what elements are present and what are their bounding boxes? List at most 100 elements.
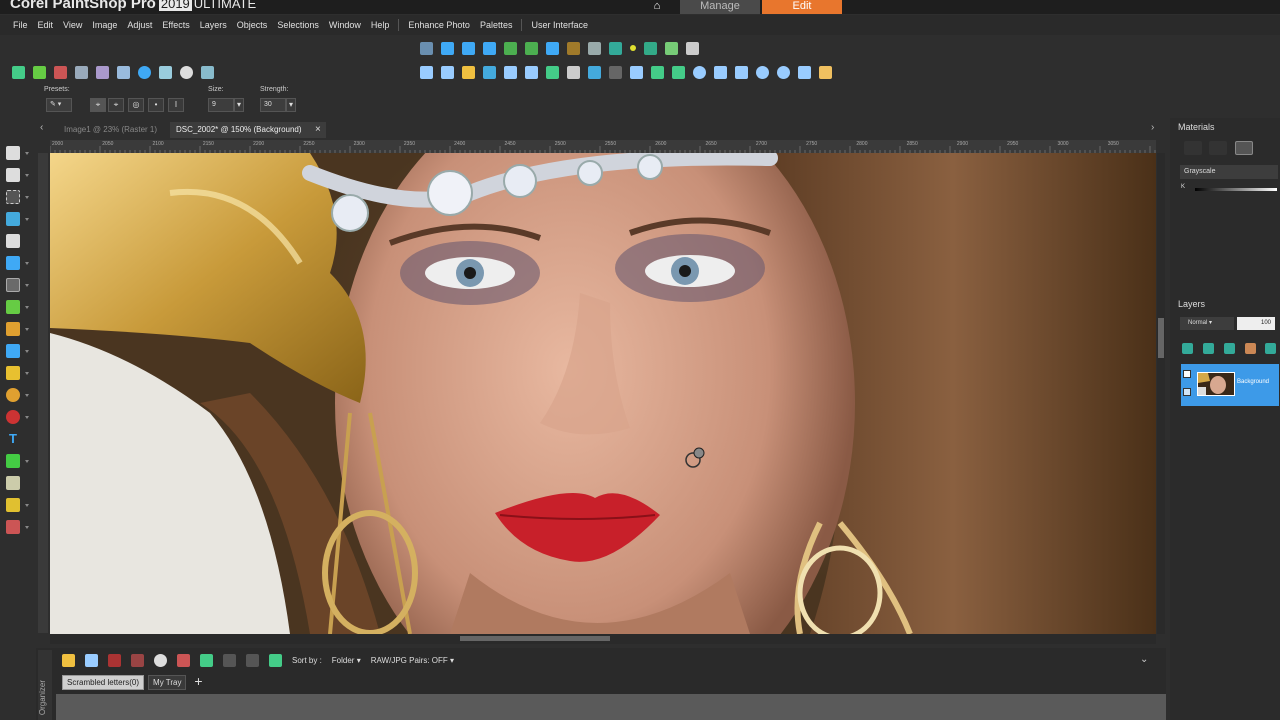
rotate-ccw-icon[interactable] [223,653,236,667]
clone-tool-icon[interactable] [6,344,20,358]
chevron-down-icon[interactable]: ⌄ [1140,654,1148,665]
add-tray-button[interactable]: + [190,674,206,690]
horizontal-scrollbar[interactable] [50,634,1156,644]
home-tab[interactable]: ⌂ [642,0,672,14]
menu-help[interactable]: Help [366,20,395,30]
soften-mode-button[interactable]: ⌖ [108,98,124,112]
k-channel-slider[interactable] [1195,188,1277,191]
menu-palettes[interactable]: Palettes [475,20,518,30]
print-icon[interactable] [96,65,109,79]
view-mode-icon[interactable] [85,653,98,667]
undo-icon[interactable] [117,65,130,79]
new-grid-icon[interactable] [441,65,454,79]
rotate-left-icon[interactable] [651,65,664,79]
red-eye-tool-icon[interactable] [6,300,20,314]
menu-layers[interactable]: Layers [195,20,232,30]
strength-stepper[interactable]: ▾ [286,98,296,112]
tag-icon[interactable] [131,653,144,667]
organizer-side-tab[interactable]: Organizer [38,650,52,720]
chevron-left-icon[interactable]: ‹ [40,122,43,133]
scan-icon[interactable] [483,65,496,79]
paint-brush-tool-icon[interactable] [6,322,20,336]
gradient-icon[interactable] [1209,141,1227,155]
crop-view-icon[interactable] [644,41,657,55]
menu-effects[interactable]: Effects [157,20,194,30]
tab-manage[interactable]: Manage [680,0,760,14]
layer-row-background[interactable]: Background [1181,364,1279,406]
menu-window[interactable]: Window [324,20,366,30]
shape-tool-icon[interactable] [6,454,20,468]
dot-icon[interactable] [630,45,636,51]
tab-my-tray[interactable]: My Tray [148,674,187,690]
rotate-right-icon[interactable] [672,65,685,79]
navigator-icon[interactable] [609,41,622,55]
navigation-icon[interactable] [62,653,75,667]
zoom-out-icon[interactable] [756,65,769,79]
chevron-right-icon[interactable]: › [1151,122,1154,133]
redo-arrow-icon[interactable] [609,65,622,79]
text-tool-icon[interactable]: T [6,432,20,446]
tools-palette-icon[interactable] [441,41,454,55]
vertical-scroll-thumb[interactable] [1158,318,1164,358]
open-folder-icon[interactable] [462,65,475,79]
script-output-icon[interactable] [567,41,580,55]
fit-window-icon[interactable] [735,65,748,79]
map-icon[interactable] [269,653,282,667]
save-icon[interactable] [75,65,88,79]
workspace-icon[interactable] [819,65,832,79]
undo-arrow-icon[interactable] [588,65,601,79]
lock-icon[interactable] [1183,388,1191,396]
pen-tool-icon[interactable] [6,476,20,490]
swatch-grid-icon[interactable] [1184,141,1202,155]
printer-icon[interactable] [567,65,580,79]
straighten-tool-icon[interactable] [6,256,20,270]
record-icon[interactable] [180,65,193,79]
pattern-icon[interactable] [1235,141,1253,155]
new-layer-icon[interactable] [1182,343,1193,354]
menu-image[interactable]: Image [87,20,122,30]
mesh-warp-tool-icon[interactable] [6,520,20,534]
blend-mode-dropdown[interactable]: Normal ▾ [1180,317,1234,330]
brush-variance-icon[interactable] [546,41,559,55]
pan-tool-icon[interactable] [6,146,20,160]
horizontal-scroll-thumb[interactable] [460,636,610,641]
share-tray-icon[interactable] [200,653,213,667]
print-tray-icon[interactable] [177,653,190,667]
visibility-icon[interactable] [1183,370,1191,378]
makeover-tool-icon[interactable] [6,278,20,292]
dodge-tool-icon[interactable] [6,388,20,402]
person-icon[interactable] [154,653,167,667]
rotate-cw-icon[interactable] [246,653,259,667]
fit-image-icon[interactable] [798,65,811,79]
tab-edit[interactable]: Edit [762,0,842,14]
save-disk-icon[interactable] [504,65,517,79]
instant-effects-icon[interactable] [665,41,678,55]
menu-user-interface[interactable]: User Interface [526,20,593,30]
doc-tab-image1[interactable]: Image1 @ 23% (Raster 1) [58,122,166,138]
zebra-icon[interactable] [686,41,699,55]
menu-selections[interactable]: Selections [272,20,324,30]
open-icon[interactable] [33,65,46,79]
camera-icon[interactable] [159,65,172,79]
delete-layer-icon[interactable] [1265,343,1276,354]
fill-tool-icon[interactable] [6,410,20,424]
menu-view[interactable]: View [58,20,87,30]
menu-edit[interactable]: Edit [33,20,59,30]
zoom-in-icon[interactable] [777,65,790,79]
dot-mode-button[interactable]: • [148,98,164,112]
warp-brush-tool-icon[interactable] [6,498,20,512]
pick-tool-icon[interactable] [6,168,20,182]
vertical-scrollbar[interactable] [1157,153,1165,634]
menu-enhance-photo[interactable]: Enhance Photo [403,20,475,30]
size-input[interactable]: 9 [208,98,234,112]
clone-brush-mode-button[interactable]: ⌖ [90,98,106,112]
layer-effects-icon[interactable] [1245,343,1256,354]
learning-center-icon[interactable] [420,41,433,55]
image-canvas[interactable] [50,153,1156,634]
eraser-tool-icon[interactable] [6,366,20,380]
save-as-icon[interactable] [525,65,538,79]
globe-icon[interactable] [138,65,151,79]
adjustment-layer-icon[interactable] [1224,343,1235,354]
dropper-tool-icon[interactable] [6,212,20,226]
actual-size-icon[interactable] [714,65,727,79]
